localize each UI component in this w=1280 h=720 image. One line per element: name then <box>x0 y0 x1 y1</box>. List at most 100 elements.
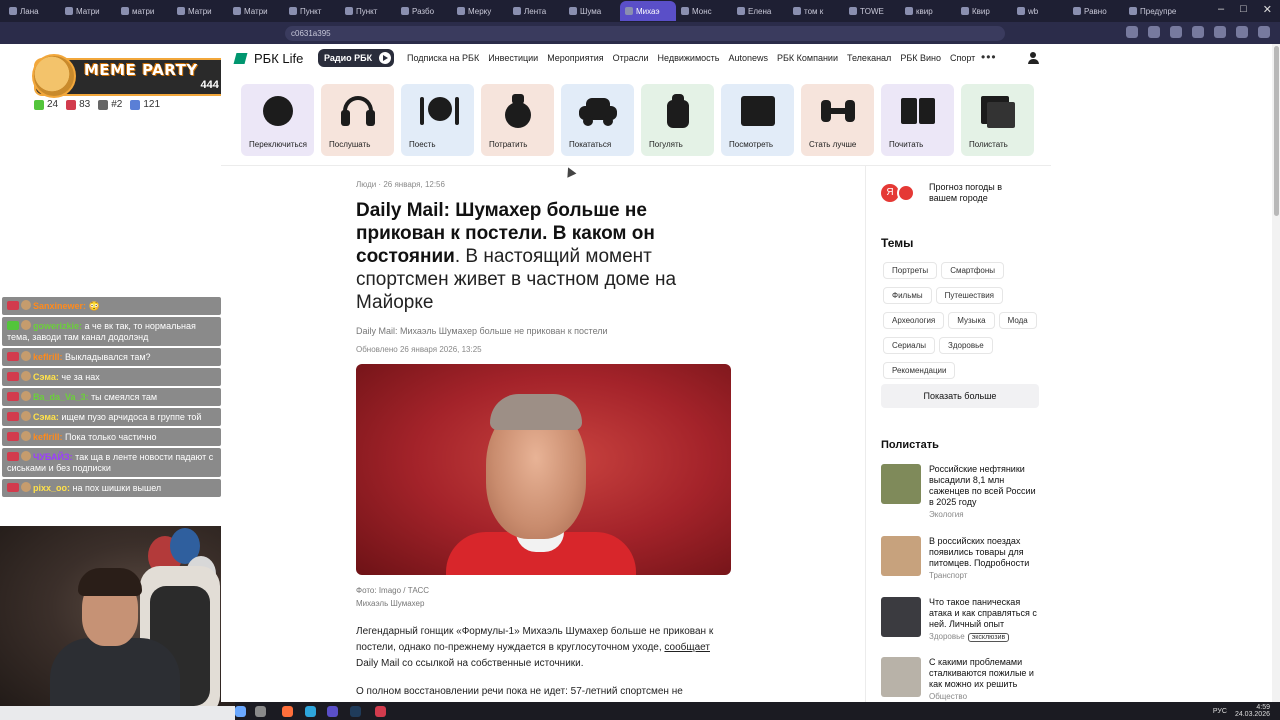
browser-tab[interactable]: Пункт <box>340 1 396 21</box>
telegram-icon[interactable] <box>305 706 316 717</box>
chat-text: Выкладывался там? <box>65 352 151 362</box>
app-icon[interactable] <box>282 706 293 717</box>
browser-tab[interactable]: матри <box>116 1 172 21</box>
browser-tab[interactable]: квир <box>900 1 956 21</box>
app-icon[interactable] <box>327 706 338 717</box>
theme-tag[interactable]: Мода <box>998 312 1037 329</box>
browser-tab[interactable]: Мерку <box>452 1 508 21</box>
theme-tag[interactable]: Музыка <box>948 312 995 329</box>
nav-link[interactable]: Мероприятия <box>547 53 603 63</box>
polistat-item[interactable]: С какими проблемами сталкиваются пожилые… <box>881 657 1051 702</box>
item-thumbnail <box>881 464 921 504</box>
tab-title: матри <box>132 6 155 16</box>
browser-tab[interactable]: Михаэ <box>620 1 676 21</box>
theme-tag[interactable]: Смартфоны <box>941 262 1005 279</box>
tile-pages[interactable]: Полистать <box>961 84 1034 156</box>
tile-car[interactable]: Покататься <box>561 84 634 156</box>
rbc-logo-icon <box>233 53 248 64</box>
source-link[interactable]: сообщает <box>664 642 710 653</box>
app-icon[interactable] <box>375 706 386 717</box>
close-icon[interactable]: ✕ <box>1263 3 1272 16</box>
nav-link[interactable]: Спорт <box>950 53 975 63</box>
tile-play[interactable]: Посмотреть <box>721 84 794 156</box>
steam-icon[interactable] <box>350 706 361 717</box>
browser-tab[interactable]: том к <box>788 1 844 21</box>
scrollbar-thumb[interactable] <box>1274 46 1279 216</box>
browser-tab[interactable]: Матри <box>228 1 284 21</box>
profile-icon[interactable] <box>1236 26 1248 38</box>
tab-title: Пункт <box>300 6 322 16</box>
nav-link[interactable]: Телеканал <box>847 53 891 63</box>
browser-tab[interactable]: Лента <box>508 1 564 21</box>
maximize-icon[interactable]: □ <box>1240 3 1247 16</box>
theme-tag[interactable]: Археология <box>883 312 945 329</box>
tile-money-bag[interactable]: Потратить <box>481 84 554 156</box>
weather-widget[interactable]: Я Прогноз погоды в вашем городе <box>881 182 1019 204</box>
avatar <box>21 451 31 461</box>
chat-nick: Ba_da_Va_3: <box>33 392 89 402</box>
favicon-icon <box>1017 7 1025 15</box>
browser-tab[interactable]: Елена <box>732 1 788 21</box>
polistat-item[interactable]: Российские нефтяники высадили 8,1 млн са… <box>881 464 1051 522</box>
user-icon[interactable] <box>1027 52 1040 65</box>
theme-tag[interactable]: Сериалы <box>883 337 936 354</box>
menu-icon[interactable] <box>1258 26 1270 38</box>
nav-link[interactable]: Подписка на РБК <box>407 53 479 63</box>
star-icon[interactable] <box>1126 26 1138 38</box>
nav-link[interactable]: РБК Вино <box>900 53 941 63</box>
platform-icon <box>7 483 19 492</box>
item-thumbnail <box>881 657 921 697</box>
avatar <box>21 320 31 330</box>
radio-rbc-button[interactable]: Радио РБК <box>318 49 395 67</box>
browser-tab[interactable]: Равно <box>1068 1 1124 21</box>
browser-tab[interactable]: TOWE <box>844 1 900 21</box>
nav-link[interactable]: Autonews <box>728 53 768 63</box>
tile-headphones[interactable]: Послушать <box>321 84 394 156</box>
browser-tab[interactable]: Квир <box>956 1 1012 21</box>
browser-tab[interactable]: Матри <box>172 1 228 21</box>
windows-icon[interactable] <box>235 706 246 717</box>
nav-link[interactable]: РБК Компании <box>777 53 838 63</box>
article-photo[interactable] <box>356 364 731 575</box>
minimize-icon[interactable]: – <box>1218 3 1224 16</box>
theme-tag[interactable]: Путешествия <box>935 287 1003 304</box>
tile-book[interactable]: Почитать <box>881 84 954 156</box>
tile-backpack[interactable]: Погулять <box>641 84 714 156</box>
url-field[interactable]: c0631a395 <box>285 26 1005 41</box>
divider <box>221 165 1051 166</box>
tile-dumbbell[interactable]: Стать лучше <box>801 84 874 156</box>
language-indicator[interactable]: РУС <box>1213 708 1227 715</box>
more-menu-icon[interactable]: ••• <box>981 50 997 64</box>
nav-link[interactable]: Инвестиции <box>488 53 538 63</box>
browser-tab[interactable]: Пункт <box>284 1 340 21</box>
theme-tag[interactable]: Портреты <box>883 262 938 279</box>
extension-icon[interactable] <box>1170 26 1182 38</box>
browser-tab[interactable]: Монс <box>676 1 732 21</box>
extension-icon[interactable] <box>1148 26 1160 38</box>
search-icon[interactable] <box>255 706 266 717</box>
tile-plate[interactable]: Поесть <box>401 84 474 156</box>
stat-item: 24 <box>34 99 58 110</box>
rbc-life-logo[interactable]: РБК Life <box>233 51 303 66</box>
nav-link[interactable]: Отрасли <box>613 53 649 63</box>
extension-icon[interactable] <box>1192 26 1204 38</box>
browser-tab[interactable]: Шума <box>564 1 620 21</box>
platform-icon <box>7 412 19 421</box>
browser-tab[interactable]: wb <box>1012 1 1068 21</box>
theme-tag[interactable]: Фильмы <box>883 287 932 304</box>
browser-tab[interactable]: Предупре <box>1124 1 1180 21</box>
polistat-item[interactable]: В российских поездах появились товары дл… <box>881 536 1051 594</box>
extension-icon[interactable] <box>1214 26 1226 38</box>
browser-tab[interactable]: Матри <box>60 1 116 21</box>
browser-tab[interactable]: Разбо <box>396 1 452 21</box>
polistat-item[interactable]: Что такое паническая атака и как справля… <box>881 597 1051 655</box>
tile-label: Покататься <box>569 140 612 149</box>
nav-link[interactable]: Недвижимость <box>658 53 720 63</box>
theme-tag[interactable]: Рекомендации <box>883 362 956 379</box>
tile-chat-bubble[interactable]: Переключиться <box>241 84 314 156</box>
browser-tab[interactable]: Лана <box>4 1 60 21</box>
show-more-button[interactable]: Показать больше <box>881 384 1039 408</box>
platform-icon <box>7 432 19 441</box>
theme-tag[interactable]: Здоровье <box>939 337 993 354</box>
clock[interactable]: 4:59 24.03.2026 <box>1235 704 1270 718</box>
